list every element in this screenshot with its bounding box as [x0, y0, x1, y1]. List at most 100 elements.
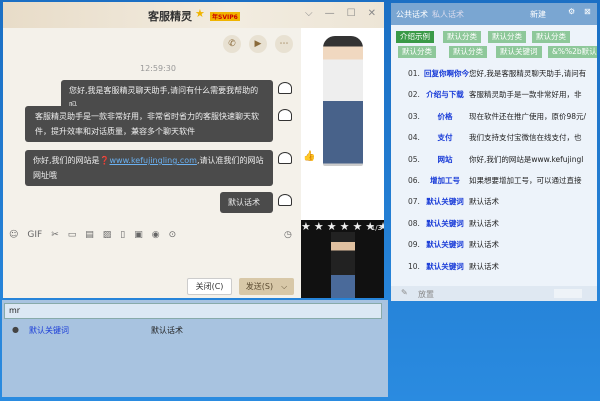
- script-row[interactable]: 08. 默认关键词 默认话术: [396, 217, 594, 231]
- red-packet-icon[interactable]: ▣: [134, 230, 143, 240]
- more-icon[interactable]: ⋯: [275, 35, 293, 53]
- message-bubble: 默认话术: [220, 192, 273, 213]
- row-keyword[interactable]: 介绍与下载: [424, 88, 466, 102]
- message-text: 你好,我们的网站是: [33, 156, 100, 165]
- website-link[interactable]: www.kefujingling.com: [110, 156, 197, 165]
- tag-item[interactable]: 默认分类: [532, 31, 570, 43]
- profile-photo: ★★★★★★★★★★★★★★★★★★★★★★★★★★★★★★★★★★★★★★★★…: [301, 220, 384, 298]
- row-number: 02.: [408, 90, 420, 100]
- script-row[interactable]: 06. 增加工号 如果想要增加工号，可以通过直接: [396, 174, 594, 188]
- phone-icon[interactable]: ✆: [223, 35, 241, 53]
- result-icon: ●: [12, 325, 19, 334]
- maximize-icon[interactable]: ☐: [347, 8, 356, 19]
- row-content[interactable]: 默认话术: [469, 260, 499, 274]
- gif-icon[interactable]: GIF: [27, 230, 42, 240]
- tab-private[interactable]: 私人话术: [432, 9, 464, 20]
- row-keyword[interactable]: 默认关键词: [424, 195, 466, 209]
- row-keyword[interactable]: 回复你啊你今: [424, 67, 469, 81]
- tab-public[interactable]: 公共话术: [396, 9, 428, 20]
- close-panel-icon[interactable]: ⊠: [584, 7, 591, 16]
- send-label: 发送(S): [245, 282, 274, 291]
- row-content[interactable]: 您好,我是客服精灵聊天助手,请问有: [469, 67, 586, 81]
- tag-item[interactable]: 默认分类: [398, 46, 436, 58]
- row-keyword[interactable]: 网站: [424, 153, 466, 167]
- script-row[interactable]: 01. 回复你啊你今 您好,我是客服精灵聊天助手,请问有: [396, 67, 594, 81]
- tag-item[interactable]: 默认分类: [488, 31, 526, 43]
- script-row[interactable]: 10. 默认关键词 默认话术: [396, 260, 594, 274]
- chat-title: 客服精灵: [148, 10, 192, 23]
- row-content[interactable]: 你好,我们的网站是www.kefujingl: [469, 153, 583, 167]
- scroll-indicator[interactable]: [554, 289, 582, 298]
- pin-label[interactable]: 放置: [418, 289, 434, 300]
- send-button[interactable]: 发送(S) ⌵: [239, 278, 294, 295]
- tag-item[interactable]: 介绍示例: [396, 31, 434, 43]
- quick-search-panel: mr ● 默认关键词 默认话术: [2, 300, 388, 397]
- row-keyword[interactable]: 默认关键词: [424, 217, 466, 231]
- row-number: 10.: [408, 261, 420, 271]
- pin-icon[interactable]: ✎: [401, 288, 408, 297]
- title-bar: 客服精灵 ★ 年SVIP6 ⌵ — ☐ ✕: [3, 2, 384, 28]
- thumbs-up-icon[interactable]: 👍: [303, 151, 315, 162]
- scissors-icon[interactable]: ✂: [51, 230, 59, 240]
- script-row[interactable]: 07. 默认关键词 默认话术: [396, 195, 594, 209]
- row-content[interactable]: 客服精灵助手是一款非常好用，非: [469, 88, 582, 102]
- script-panel: 公共话术 私人话术 新建 ⚙ ⊠ 介绍示例 默认分类 默认分类 默认分类 默认分…: [391, 3, 597, 301]
- help-icon: ❓: [99, 156, 110, 165]
- folder-icon[interactable]: ▭: [68, 230, 77, 240]
- chat-window: 客服精灵 ★ 年SVIP6 ⌵ — ☐ ✕ ✆ ▶ ⋯ 12:59:30 您好,…: [3, 2, 384, 298]
- photo-counter: 1/3: [370, 224, 382, 232]
- minimize-icon[interactable]: —: [325, 8, 335, 19]
- row-number: 01.: [408, 69, 420, 78]
- avatar-sidebar: 👍 ★★★★★★★★★★★★★★★★★★★★★★★★★★★★★★★★★★★★★★…: [301, 28, 384, 298]
- search-input[interactable]: mr: [4, 303, 382, 319]
- row-number: 06.: [408, 176, 420, 185]
- document-icon[interactable]: ▤: [85, 230, 94, 240]
- chevron-down-icon[interactable]: ⌵: [281, 282, 287, 292]
- tag-item[interactable]: 默认分类: [449, 46, 487, 58]
- row-keyword[interactable]: 增加工号: [424, 174, 466, 188]
- row-content[interactable]: 默认话术: [469, 217, 499, 231]
- vip-badge: 年SVIP6: [210, 12, 240, 21]
- avatar[interactable]: [278, 109, 292, 121]
- chevron-down-icon[interactable]: ⌵: [305, 8, 313, 19]
- tag-item[interactable]: &%%2b默认: [548, 46, 597, 58]
- more-tools-icon[interactable]: ⊙: [169, 230, 177, 240]
- script-row[interactable]: 09. 默认关键词 默认话术: [396, 238, 594, 252]
- script-row[interactable]: 04. 支付 我们支持支付宝微信在线支付，也: [396, 131, 594, 145]
- row-content[interactable]: 如果想要增加工号，可以通过直接: [469, 174, 582, 188]
- avatar[interactable]: [278, 82, 292, 94]
- result-keyword[interactable]: 默认关键词: [29, 325, 69, 336]
- result-content[interactable]: 默认话术: [151, 325, 183, 336]
- row-number: 03.: [408, 111, 420, 121]
- settings-icon[interactable]: ⚙: [568, 7, 575, 16]
- row-number: 05.: [408, 154, 420, 164]
- row-content[interactable]: 默认话术: [469, 238, 499, 252]
- video-icon[interactable]: ▶: [249, 35, 267, 53]
- shake-icon[interactable]: ▯: [120, 230, 125, 240]
- image-icon[interactable]: ▨: [103, 230, 112, 240]
- row-keyword[interactable]: 默认关键词: [424, 238, 466, 252]
- tag-item[interactable]: 默认关键词: [496, 46, 542, 58]
- music-icon[interactable]: ◉: [152, 230, 160, 240]
- history-clock-icon[interactable]: ◷: [284, 230, 292, 240]
- close-button[interactable]: 关闭(C): [187, 278, 232, 295]
- avatar[interactable]: [278, 194, 292, 206]
- row-content[interactable]: 默认话术: [469, 195, 499, 209]
- row-number: 04.: [408, 133, 420, 143]
- script-row[interactable]: 03. 价格 现在软件还在推广使用，原价98元/: [396, 110, 594, 124]
- emoji-icon[interactable]: ☺: [9, 230, 18, 240]
- row-number: 09.: [408, 240, 420, 250]
- row-keyword[interactable]: 支付: [424, 131, 466, 145]
- script-row[interactable]: 05. 网站 你好,我们的网站是www.kefujingl: [396, 153, 594, 167]
- row-number: 08.: [408, 218, 420, 228]
- script-row[interactable]: 02. 介绍与下载 客服精灵助手是一款非常好用，非: [396, 88, 594, 102]
- row-content[interactable]: 我们支持支付宝微信在线支付，也: [469, 131, 582, 145]
- close-icon[interactable]: ✕: [368, 8, 376, 19]
- avatar[interactable]: [278, 152, 292, 164]
- new-button[interactable]: 新建: [530, 9, 546, 20]
- tag-item[interactable]: 默认分类: [443, 31, 481, 43]
- row-content[interactable]: 现在软件还在推广使用，原价98元/: [469, 110, 586, 124]
- row-keyword[interactable]: 默认关键词: [424, 260, 466, 274]
- row-keyword[interactable]: 价格: [424, 110, 466, 124]
- message-bubble: 你好,我们的网站是❓www.kefujingling.com,请认准我们的网站网…: [25, 150, 273, 186]
